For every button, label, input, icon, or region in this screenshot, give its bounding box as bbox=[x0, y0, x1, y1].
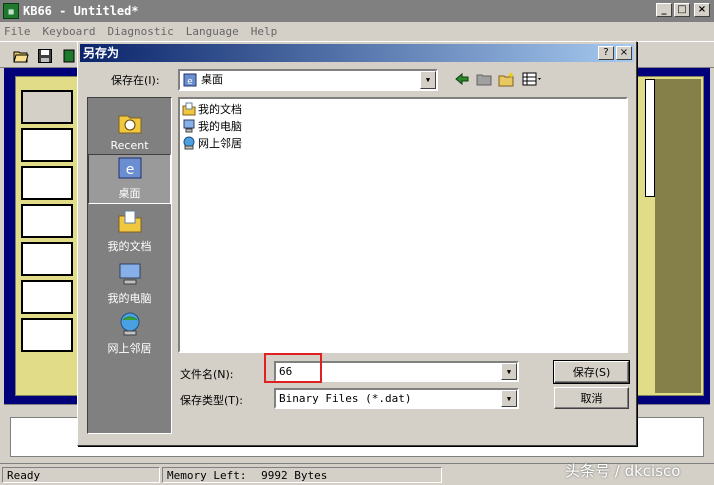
svg-text:e: e bbox=[187, 77, 192, 87]
place-network[interactable]: 网上邻居 bbox=[88, 308, 171, 358]
save-button[interactable]: 保存(S) bbox=[553, 360, 630, 384]
place-recent-label: Recent bbox=[110, 139, 149, 152]
key-cell[interactable] bbox=[21, 90, 73, 124]
dialog-title-bar: 另存为 bbox=[80, 44, 634, 62]
key-cell[interactable] bbox=[21, 128, 73, 162]
help-button[interactable]: ? bbox=[598, 46, 614, 60]
open-folder-icon[interactable] bbox=[10, 46, 32, 66]
place-my-documents[interactable]: 我的文档 bbox=[88, 206, 171, 256]
right-panel bbox=[636, 76, 704, 396]
place-my-computer-label: 我的电脑 bbox=[107, 292, 152, 305]
key-cell[interactable] bbox=[21, 318, 73, 352]
file-label: 网上邻居 bbox=[198, 137, 242, 150]
place-desktop-label: 桌面 bbox=[118, 187, 141, 200]
network-icon bbox=[183, 136, 195, 150]
save-as-dialog: 另存为 ? × 保存在(I): e 桌面 ▼ Recent e 桌面 我的文档 … bbox=[77, 41, 637, 446]
key-cell[interactable] bbox=[21, 166, 73, 200]
file-label: 我的电脑 bbox=[198, 120, 242, 133]
chevron-down-icon[interactable]: ▼ bbox=[420, 71, 436, 89]
menu-diagnostic[interactable]: Diagnostic bbox=[107, 25, 173, 38]
place-my-computer[interactable]: 我的电脑 bbox=[88, 258, 171, 308]
place-recent[interactable]: Recent bbox=[88, 104, 171, 154]
maximize-button[interactable]: □ bbox=[674, 3, 690, 17]
app-icon: ▦ bbox=[3, 3, 19, 19]
key-cell[interactable] bbox=[21, 204, 73, 238]
menu-file[interactable]: File bbox=[4, 25, 31, 38]
filename-highlight-box bbox=[264, 353, 322, 383]
filetype-label: 保存类型(T): bbox=[180, 394, 244, 407]
status-memory: Memory Left: 9992 Bytes bbox=[162, 466, 442, 483]
app-title: KB66 - Untitled* bbox=[23, 4, 139, 18]
file-item-network[interactable]: 网上邻居 bbox=[182, 135, 242, 151]
dialog-title: 另存为 bbox=[83, 46, 120, 60]
filename-label: 文件名(N): bbox=[180, 368, 234, 381]
my-computer-icon bbox=[119, 263, 140, 285]
menu-keyboard[interactable]: Keyboard bbox=[43, 25, 96, 38]
place-my-documents-label: 我的文档 bbox=[107, 240, 152, 253]
dialog-close-button[interactable]: × bbox=[616, 46, 632, 60]
computer-icon bbox=[183, 119, 195, 133]
my-documents-icon bbox=[118, 210, 141, 233]
menu-language[interactable]: Language bbox=[186, 25, 239, 38]
desktop-small-icon: e bbox=[183, 73, 197, 87]
documents-icon bbox=[182, 102, 196, 116]
memory-label: Memory Left: bbox=[167, 468, 247, 482]
status-ready: Ready bbox=[2, 466, 160, 483]
file-label: 我的文档 bbox=[198, 103, 242, 116]
right-panel-inner bbox=[655, 79, 701, 393]
filetype-select[interactable]: Binary Files (*.dat) ▼ bbox=[274, 388, 519, 409]
svg-text:e: e bbox=[125, 162, 134, 178]
right-panel-slot bbox=[645, 79, 655, 197]
watermark: 头条号 / dkcisco bbox=[565, 462, 681, 480]
place-network-label: 网上邻居 bbox=[107, 342, 152, 355]
memory-value: 9992 Bytes bbox=[261, 468, 328, 482]
menu-bar: File Keyboard Diagnostic Language Help bbox=[0, 22, 714, 41]
minimize-button[interactable]: _ bbox=[656, 3, 672, 17]
desktop-icon: e bbox=[118, 157, 141, 179]
save-in-label: 保存在(I): bbox=[111, 74, 160, 87]
up-folder-icon[interactable] bbox=[476, 71, 492, 87]
places-bar: Recent e 桌面 我的文档 我的电脑 网上邻居 bbox=[87, 97, 172, 434]
back-arrow-icon[interactable] bbox=[454, 71, 470, 87]
save-disk-icon[interactable] bbox=[34, 46, 56, 66]
app-title-bar: ▦ KB66 - Untitled* _ □ × bbox=[0, 0, 714, 22]
view-menu-icon[interactable] bbox=[522, 71, 544, 87]
cancel-button[interactable]: 取消 bbox=[554, 387, 629, 409]
menu-help[interactable]: Help bbox=[251, 25, 278, 38]
file-item-computer[interactable]: 我的电脑 bbox=[182, 118, 242, 134]
save-in-combo[interactable]: e 桌面 ▼ bbox=[178, 69, 438, 91]
network-places-icon bbox=[120, 312, 139, 336]
place-desktop[interactable]: e 桌面 bbox=[88, 154, 171, 204]
close-button[interactable]: × bbox=[694, 3, 710, 17]
file-list[interactable]: 我的文档 我的电脑 网上邻居 bbox=[178, 97, 628, 353]
chevron-down-icon[interactable]: ▼ bbox=[501, 390, 517, 407]
save-in-value: 桌面 bbox=[201, 73, 223, 86]
recent-folder-icon bbox=[118, 115, 141, 134]
key-cell[interactable] bbox=[21, 242, 73, 276]
new-folder-icon[interactable] bbox=[498, 71, 516, 87]
key-cell[interactable] bbox=[21, 280, 73, 314]
filetype-value: Binary Files (*.dat) bbox=[279, 391, 412, 405]
file-item-documents[interactable]: 我的文档 bbox=[182, 101, 242, 117]
chevron-down-icon[interactable]: ▼ bbox=[501, 363, 517, 380]
